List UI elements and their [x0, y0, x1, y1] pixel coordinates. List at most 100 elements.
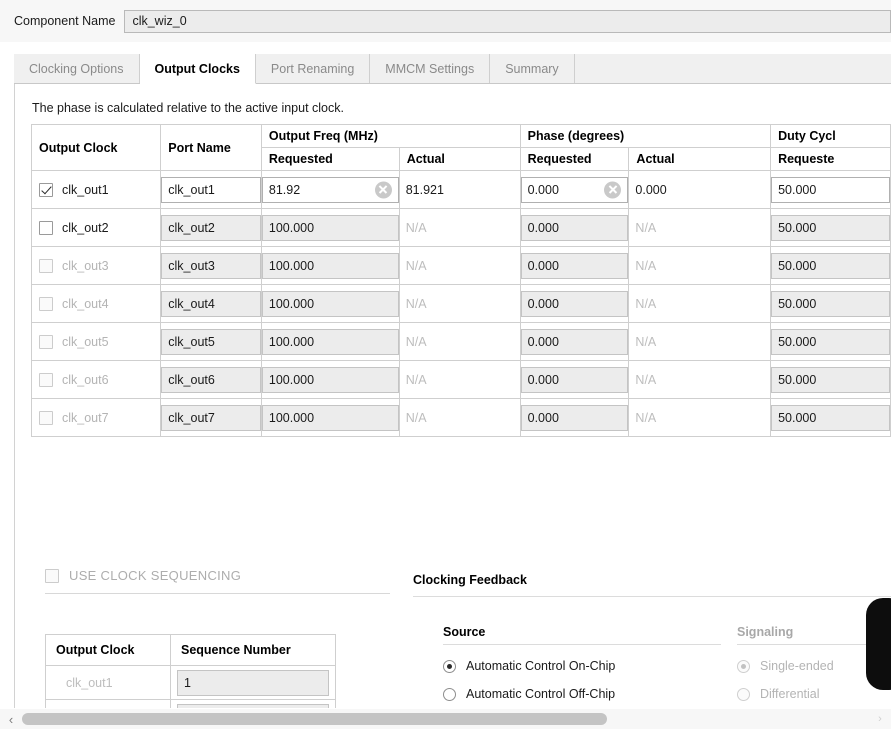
- cell-output-clock: clk_out6: [30, 360, 162, 399]
- scroll-left-arrow-icon[interactable]: ‹: [0, 713, 22, 726]
- cell-phase-actual: N/A: [628, 208, 772, 247]
- th-output-freq-group: Output Freq (MHz): [260, 124, 521, 148]
- th-seq-output-clock: Output Clock: [45, 634, 171, 666]
- th-phase-actual: Actual: [628, 147, 772, 171]
- tab-summary[interactable]: Summary: [490, 54, 575, 83]
- input-duty-requested-clk_out7[interactable]: 50.000: [771, 404, 890, 431]
- feedback-source-title: Source: [443, 625, 486, 639]
- input-duty-requested-clk_out1[interactable]: 50.000: [771, 176, 890, 203]
- table-row: clk_out4 clk_out4 100.000 N/A 0.000 N/A 50.000: [30, 284, 891, 323]
- input-duty-requested-clk_out6[interactable]: 50.000: [771, 366, 890, 393]
- cell-phase-actual: N/A: [628, 322, 772, 361]
- checkbox-clk_out6[interactable]: [39, 372, 53, 387]
- radio-differential[interactable]: Differential: [737, 687, 891, 701]
- value-freq-actual-clk_out2: N/A: [405, 220, 427, 235]
- input-port-name-clk_out1[interactable]: clk_out1: [161, 176, 261, 203]
- input-port-name-clk_out2[interactable]: clk_out2: [161, 214, 261, 241]
- radio-icon-automatic-off-chip[interactable]: [443, 687, 456, 701]
- checkbox-clk_out3[interactable]: [39, 258, 53, 273]
- cell-phase-requested: 0.000: [519, 170, 630, 209]
- th-output-clock: Output Clock: [30, 124, 162, 171]
- input-phase-requested-clk_out3[interactable]: 0.000: [520, 252, 629, 279]
- input-phase-requested-clk_out5[interactable]: 0.000: [520, 328, 629, 355]
- cell-port-name: clk_out4: [160, 284, 262, 323]
- radio-automatic-control-off-chip[interactable]: Automatic Control Off-Chip: [443, 687, 721, 701]
- input-seq-clk_out2[interactable]: 1: [177, 703, 329, 708]
- value-phase-actual-clk_out2: N/A: [635, 220, 657, 235]
- input-duty-requested-clk_out2[interactable]: 50.000: [771, 214, 890, 241]
- radio-icon-differential[interactable]: [737, 687, 750, 701]
- cell-duty-requested: 50.000: [770, 284, 891, 323]
- input-freq-requested-clk_out3[interactable]: 100.000: [261, 252, 399, 279]
- th-phase-requested: Requested: [519, 147, 630, 171]
- radio-automatic-control-on-chip[interactable]: Automatic Control On-Chip: [443, 659, 721, 673]
- table-row: clk_out2 clk_out2 100.000 N/A 0.000 N/A 50.000: [30, 208, 891, 247]
- input-port-name-clk_out7[interactable]: clk_out7: [161, 404, 261, 431]
- checkbox-clk_out2[interactable]: [39, 220, 53, 235]
- tab-port-renaming[interactable]: Port Renaming: [255, 54, 371, 83]
- radio-icon-single-ended[interactable]: [737, 659, 750, 673]
- cell-port-name: clk_out2: [160, 208, 262, 247]
- scroll-right-arrow-icon[interactable]: ›: [869, 713, 891, 725]
- input-phase-requested-clk_out4[interactable]: 0.000: [520, 290, 629, 317]
- tab-mmcm-settings[interactable]: MMCM Settings: [370, 54, 491, 83]
- input-port-name-clk_out3[interactable]: clk_out3: [161, 252, 261, 279]
- checkbox-clk_out4[interactable]: [39, 296, 53, 311]
- input-seq-clk_out1[interactable]: 1: [177, 669, 329, 696]
- input-freq-requested-clk_out1[interactable]: 81.92: [261, 176, 399, 203]
- output-clocks-table: Output Clock Port Name Output Freq (MHz)…: [30, 124, 891, 437]
- cell-freq-actual: N/A: [398, 322, 521, 361]
- tab-clocking-options[interactable]: Clocking Options: [14, 54, 140, 83]
- table-row: clk_out5 clk_out5 100.000 N/A 0.000 N/A 50.000: [30, 322, 891, 361]
- cell-freq-requested: 100.000: [260, 322, 400, 361]
- value-phase-actual-clk_out1: 0.000: [635, 182, 667, 197]
- table-header-row-1: Output Clock Port Name Output Freq (MHz)…: [30, 124, 891, 171]
- cell-phase-requested: 0.000: [519, 246, 630, 285]
- value-phase-actual-clk_out7: N/A: [635, 410, 657, 425]
- radio-label-automatic-off-chip: Automatic Control Off-Chip: [466, 687, 616, 701]
- radio-icon-automatic-on-chip[interactable]: [443, 659, 456, 673]
- label-clk_out2: clk_out2: [62, 220, 109, 235]
- input-port-name-clk_out6[interactable]: clk_out6: [161, 366, 261, 393]
- cell-freq-actual: N/A: [398, 246, 521, 285]
- input-duty-requested-clk_out3[interactable]: 50.000: [771, 252, 890, 279]
- value-freq-actual-clk_out5: N/A: [405, 334, 427, 349]
- input-freq-requested-clk_out4[interactable]: 100.000: [261, 290, 399, 317]
- scrollbar-track[interactable]: [22, 713, 869, 725]
- value-freq-actual-clk_out7: N/A: [405, 410, 427, 425]
- checkbox-clk_out1[interactable]: [39, 182, 53, 197]
- tab-strip: Clocking Options Output Clocks Port Rena…: [14, 54, 891, 84]
- th-duty-requested: Requeste: [770, 147, 891, 171]
- checkbox-clk_out7[interactable]: [39, 410, 53, 425]
- tab-strip-filler: [574, 54, 891, 83]
- label-clk_out6: clk_out6: [62, 372, 109, 387]
- use-clock-sequencing-checkbox[interactable]: [45, 568, 59, 583]
- input-freq-requested-clk_out6[interactable]: 100.000: [261, 366, 399, 393]
- label-clk_out5: clk_out5: [62, 334, 109, 349]
- input-duty-requested-clk_out5[interactable]: 50.000: [771, 328, 890, 355]
- input-phase-requested-clk_out2[interactable]: 0.000: [520, 214, 629, 241]
- horizontal-scrollbar[interactable]: ‹ ›: [0, 709, 891, 729]
- input-port-name-clk_out5[interactable]: clk_out5: [161, 328, 261, 355]
- cell-freq-requested: 81.92: [260, 170, 400, 209]
- scrollbar-thumb[interactable]: [22, 713, 607, 725]
- input-phase-requested-clk_out6[interactable]: 0.000: [520, 366, 629, 393]
- tab-output-clocks[interactable]: Output Clocks: [139, 54, 256, 84]
- input-phase-requested-clk_out7[interactable]: 0.000: [520, 404, 629, 431]
- table-row: clk_out7 clk_out7 100.000 N/A 0.000 N/A 50.000: [30, 398, 891, 437]
- input-duty-requested-clk_out4[interactable]: 50.000: [771, 290, 890, 317]
- use-clock-sequencing-row[interactable]: USE CLOCK SEQUENCING: [45, 568, 241, 583]
- cell-duty-requested: 50.000: [770, 360, 891, 399]
- input-phase-requested-clk_out1[interactable]: 0.000: [520, 176, 629, 203]
- cell-freq-actual: N/A: [398, 360, 521, 399]
- clear-icon[interactable]: [374, 181, 392, 198]
- input-port-name-clk_out4[interactable]: clk_out4: [161, 290, 261, 317]
- component-name-input[interactable]: clk_wiz_0: [124, 9, 891, 33]
- input-freq-requested-clk_out7[interactable]: 100.000: [261, 404, 399, 431]
- label-clk_out7: clk_out7: [62, 410, 109, 425]
- input-freq-requested-clk_out5[interactable]: 100.000: [261, 328, 399, 355]
- cell-duty-requested: 50.000: [770, 246, 891, 285]
- checkbox-clk_out5[interactable]: [39, 334, 53, 349]
- clear-icon[interactable]: [604, 181, 622, 198]
- input-freq-requested-clk_out2[interactable]: 100.000: [261, 214, 399, 241]
